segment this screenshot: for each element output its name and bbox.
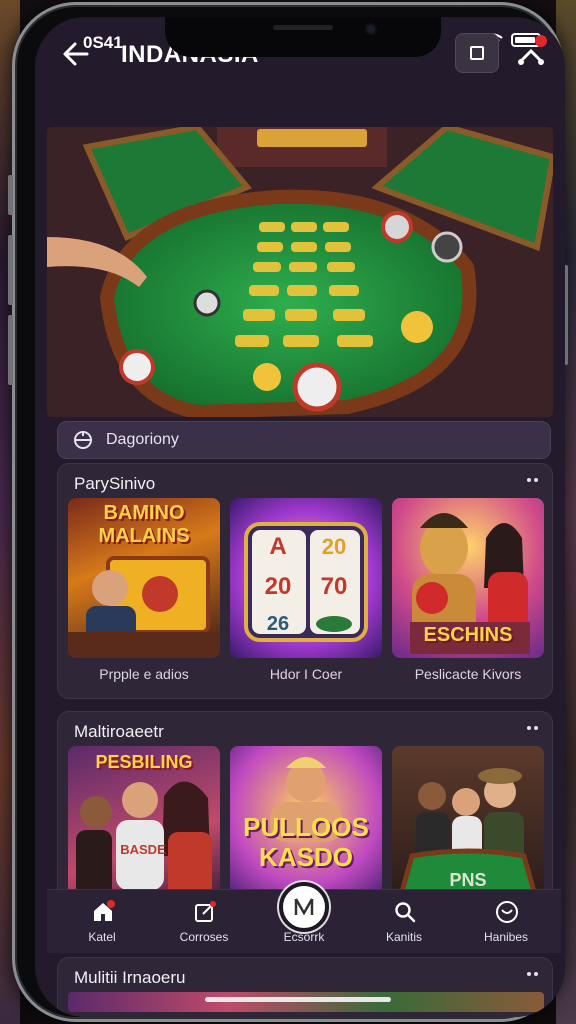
card-caption: Peslicacte Kivors — [414, 666, 522, 682]
square-icon — [470, 46, 484, 60]
slot-reels-illustration: A 20 20 70 26 — [244, 522, 368, 642]
roulette-table-illustration — [47, 127, 553, 417]
back-arrow-icon[interactable] — [61, 39, 91, 69]
section-title: Mulitii Irnaoeru — [74, 968, 186, 987]
game-card[interactable]: A 20 20 70 26 — [230, 498, 382, 658]
nav-item-search[interactable]: Kanitis — [359, 890, 449, 954]
search-icon — [395, 902, 416, 923]
card-art-title: PESBILING — [95, 752, 193, 772]
card-art-title: PULLOOS KASDO — [243, 812, 369, 872]
mute-switch — [8, 175, 13, 215]
more-options-icon[interactable] — [527, 972, 538, 976]
more-options-icon[interactable] — [527, 478, 538, 482]
nav-label: Katel — [88, 930, 116, 944]
volume-down-button — [8, 315, 13, 385]
game-section-3: Mulitii Irnaoeru — [57, 957, 553, 1017]
svg-text:70: 70 — [321, 573, 348, 600]
nav-label: Kanitis — [385, 930, 423, 944]
section-title: ParySinivo — [74, 474, 156, 493]
phone-frame: 0S41 INDANASIA — [8, 2, 568, 1022]
card-art-title: ESCHINS — [423, 624, 513, 646]
nav-item-edit[interactable]: Corroses — [159, 890, 249, 954]
card-caption: Prpple e adios — [99, 666, 189, 682]
profile-icon — [496, 901, 518, 923]
nav-item-center[interactable]: Ecsorrk — [259, 890, 349, 954]
svg-text:A: A — [269, 533, 286, 560]
game-card[interactable]: ESCHINS — [392, 498, 544, 658]
game-section-1: ParySinivo BAMINO MALAINS Prpple e adios — [57, 463, 553, 699]
hero-roulette-image[interactable] — [47, 127, 553, 417]
game-section-2: Maltiroaeetr PESBILING BASDE PULLOOS KAS… — [57, 711, 553, 906]
svg-text:20: 20 — [322, 534, 346, 559]
section-card-strip[interactable] — [68, 992, 544, 1012]
share-button[interactable] — [513, 35, 549, 71]
nav-label: Ecsorrk — [283, 930, 325, 944]
card-art-subtitle: BASDE — [120, 842, 166, 857]
volume-up-button — [8, 235, 13, 305]
home-icon — [94, 900, 115, 921]
svg-text:20: 20 — [265, 573, 292, 600]
app-screen: 0S41 INDANASIA — [35, 17, 565, 1017]
camera-icon — [365, 23, 377, 35]
nav-item-profile[interactable]: Hanibes — [461, 890, 551, 954]
more-options-icon[interactable] — [527, 726, 538, 730]
square-button[interactable] — [455, 33, 499, 73]
category-selector[interactable]: Dagoriony — [57, 421, 551, 459]
game-card[interactable]: PNS — [392, 746, 544, 906]
notification-dot — [535, 35, 547, 47]
category-label: Dagoriony — [106, 431, 179, 448]
nav-label: Hanibes — [483, 930, 529, 944]
nav-label: Corroses — [179, 930, 229, 944]
notch — [165, 17, 441, 57]
home-indicator[interactable] — [205, 997, 391, 1002]
section-title: Maltiroaeetr — [74, 722, 164, 741]
card-art-title: BAMINO MALAINS — [98, 502, 190, 547]
bottom-navigation: Katel Corroses Ecsorrk Kanitis Hanibes — [47, 882, 561, 954]
nav-item-home[interactable]: Katel — [57, 890, 147, 954]
card-caption: Hdor I Coer — [269, 666, 343, 682]
game-card[interactable]: PESBILING BASDE — [68, 746, 220, 906]
card-art-title: PNS — [449, 870, 487, 890]
game-card[interactable]: BAMINO MALAINS — [68, 498, 220, 658]
category-icon — [74, 431, 92, 449]
svg-text:26: 26 — [267, 613, 289, 635]
edit-icon — [195, 901, 216, 922]
